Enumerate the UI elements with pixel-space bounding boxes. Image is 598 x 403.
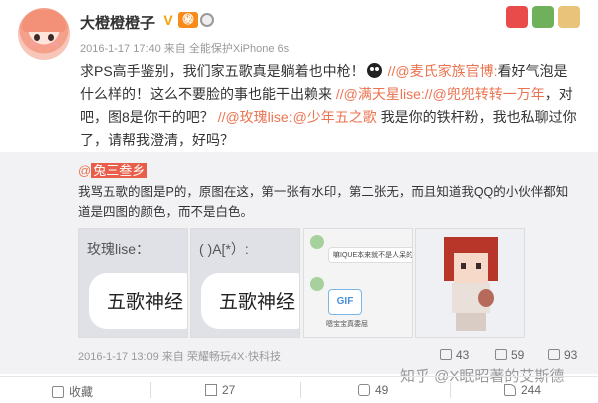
repost-text: 我骂五歌的图是P的，原图在这，第一张有水印，第二张无，而且知道我QQ的小伙伴都知… (78, 185, 569, 219)
source-prefix: 来自 (161, 351, 184, 363)
avatar-eye-left (34, 34, 40, 41)
favorite-label: 收藏 (69, 385, 94, 399)
chat-sender-label: ( )A[*）: (199, 241, 249, 257)
favorite-button[interactable]: 收藏 (52, 383, 93, 400)
like-button[interactable]: 244 (504, 383, 541, 397)
divider (450, 382, 451, 398)
repost-author[interactable]: @ 兔三叁乡 (78, 160, 148, 179)
avatar-blush-right (51, 42, 59, 46)
avatar-eye-right (48, 34, 54, 41)
favorite-icon (52, 386, 64, 398)
repost-image-thumbnail[interactable]: ( )A[*）: 五歌神经 (190, 228, 300, 338)
verified-badge-icon[interactable]: V (160, 12, 176, 28)
chat-avatar-icon (310, 235, 324, 249)
chat-avatar-icon (310, 277, 324, 291)
repost-comment-value: 59 (511, 348, 525, 362)
divider (150, 382, 151, 398)
repost-share-value: 43 (456, 348, 470, 362)
comment-icon (358, 384, 370, 396)
holiday-decoration-icon (532, 6, 554, 28)
post-username[interactable]: 大橙橙橙子 (80, 12, 155, 33)
gif-sticker-icon: GIF (328, 289, 362, 315)
chat-bubble-text: 五歌神经 (219, 292, 296, 313)
comment-icon (495, 349, 507, 360)
figure-doll (478, 289, 494, 307)
mention-link[interactable]: //@满天星lise: (336, 86, 425, 102)
repost-button[interactable]: 27 (205, 383, 235, 397)
avatar-hair (22, 10, 66, 32)
post-text-segment: 求PS高手鉴别，我们家五歌真是躺着也中枪！ (80, 63, 365, 79)
post-body: 求PS高手鉴别，我们家五歌真是躺着也中枪！ //@麦氏家族官博:看好气泡是什么样… (80, 60, 580, 152)
repost-comment-count[interactable]: 59 (495, 348, 524, 362)
mention-link[interactable]: //@兜兜转转一万年 (425, 86, 545, 102)
gif-caption: 嗯宝宝真委屈 (326, 321, 368, 328)
avatar-blush-left (29, 42, 37, 46)
repost-icon (440, 349, 452, 360)
medal-icon[interactable] (200, 13, 214, 27)
chat-message: 嘛IQUE本来就不是人呆的 (328, 247, 412, 263)
repost-source[interactable]: 荣耀畅玩4X·快科技 (187, 351, 281, 363)
repost-like-value: 93 (564, 348, 578, 362)
post-header: 大橙橙橙子 V ㊙ 2016-1-17 17:40 来自 全能保护XiPhone… (0, 0, 598, 62)
repost-time[interactable]: 2016-1-17 13:09 (78, 351, 159, 363)
repost-count: 27 (222, 383, 236, 397)
repost-image-thumbnail[interactable] (415, 228, 525, 338)
comment-count: 49 (375, 383, 389, 397)
vip-badge-icon[interactable]: ㊙ (178, 12, 198, 28)
user-avatar[interactable] (18, 8, 70, 60)
repost-icon (205, 384, 217, 396)
figure-eye (476, 263, 481, 269)
pixel-character-figure (444, 237, 498, 331)
repost-image-thumbnail[interactable]: 玫瑰lise： 五歌神经 (78, 228, 188, 338)
chat-bubble-text: 五歌神经 (107, 292, 184, 313)
like-icon (548, 349, 560, 360)
repost-container: @ 兔三叁乡 我骂五歌的图是P的，原图在这，第一张有水印，第二张无，而且知道我QQ… (0, 152, 598, 374)
post-meta: 2016-1-17 17:40 来自 全能保护XiPhone 6s (80, 40, 289, 56)
repost-image-thumbnail[interactable]: 嘛IQUE本来就不是人呆的 GIF 嗯宝宝真委屈 (303, 228, 413, 338)
emoji-icon (366, 63, 382, 78)
post-source[interactable]: 全能保护XiPhone 6s (189, 43, 289, 55)
holiday-decoration-icon (558, 6, 580, 28)
post-action-bar: 收藏 27 49 244 (0, 376, 598, 403)
divider (300, 382, 301, 398)
source-prefix: 来自 (163, 43, 186, 55)
holiday-decoration-icon (506, 6, 528, 28)
repost-username[interactable]: 兔三叁乡 (91, 163, 148, 178)
repost-like-count[interactable]: 93 (548, 348, 577, 362)
chat-sender-label: 玫瑰lise： (87, 241, 151, 257)
mention-link[interactable]: @少年五之歌 (293, 109, 377, 125)
repost-meta: 2016-1-17 13:09 来自 荣耀畅玩4X·快科技 (78, 348, 281, 364)
like-count: 244 (521, 383, 542, 397)
comment-button[interactable]: 49 (358, 383, 388, 397)
post-time[interactable]: 2016-1-17 17:40 (80, 43, 161, 55)
mention-link[interactable]: //@玫瑰lise: (218, 109, 293, 125)
figure-eye (461, 263, 466, 269)
mention-link[interactable]: //@麦氏家族官博: (388, 63, 498, 79)
repost-at-symbol: @ (78, 163, 92, 178)
figure-legs (456, 313, 486, 331)
like-icon (504, 384, 516, 396)
repost-share-count[interactable]: 43 (440, 348, 469, 362)
figure-face (454, 253, 488, 283)
